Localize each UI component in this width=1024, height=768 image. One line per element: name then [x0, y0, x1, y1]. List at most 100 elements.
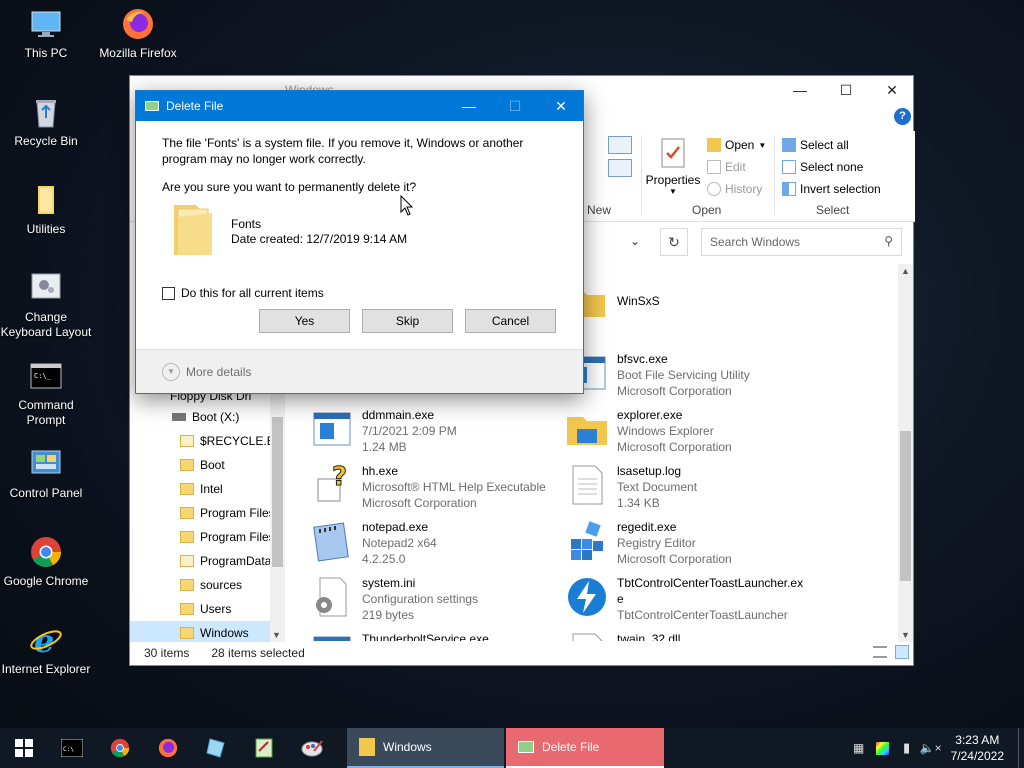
file-item-ddmmain[interactable]: ddmmain.exe 7/1/2021 2:09 PM 1.24 MB	[310, 407, 560, 459]
history-button[interactable]: History	[707, 182, 762, 196]
taskbar: C:\ Windows Delete File ▦ ▮ 🔈× 3:23 AM 7…	[0, 728, 1024, 768]
desktop-icon-label: Recycle Bin	[14, 134, 78, 148]
content-scrollbar[interactable]: ▲ ▼	[898, 264, 913, 642]
file-name: hh.exe	[362, 464, 399, 478]
desktop-icon-change-keyboard-layout[interactable]: Change Keyboard Layout	[0, 270, 92, 340]
file-name: bfsvc.exe	[617, 352, 668, 366]
desktop-icon-control-panel[interactable]: Control Panel	[0, 446, 92, 501]
minimize-button[interactable]: —	[777, 76, 823, 104]
item-date-created: Date created: 12/7/2019 9:14 AM	[231, 232, 408, 246]
file-item-explorer[interactable]: explorer.exe Windows Explorer Microsoft …	[565, 407, 815, 459]
scroll-up-icon[interactable]: ▲	[901, 266, 910, 276]
file-item-thunderboltservice[interactable]: ThunderboltService.exe	[310, 631, 560, 641]
file-type: Configuration settings	[362, 592, 479, 606]
dialog-titlebar[interactable]: Delete File — ☐ ✕	[136, 91, 583, 121]
select-all-button[interactable]: Select all	[782, 138, 849, 152]
large-icons-view-icon[interactable]	[895, 645, 909, 659]
nav-scrollbar[interactable]: ▼	[270, 387, 285, 642]
nav-item-program-files[interactable]: Program Files	[130, 501, 285, 525]
file-item-bfsvc[interactable]: bfsvc.exe Boot File Servicing Utility Mi…	[565, 351, 815, 403]
desktop-icon-utilities[interactable]: Utilities	[0, 182, 92, 237]
clock[interactable]: 3:23 AM 7/24/2022	[943, 732, 1018, 764]
file-item-winsxs[interactable]: WinSxS	[565, 281, 815, 333]
content-scroll-thumb[interactable]	[900, 431, 911, 581]
apply-all-checkbox[interactable]: Do this for all current items	[162, 286, 324, 300]
file-item-system-ini[interactable]: system.ini Configuration settings 219 by…	[310, 575, 560, 627]
properties-button[interactable]: Properties ▼	[645, 135, 701, 203]
file-item-hh[interactable]: ? hh.exe Microsoft® HTML Help Executable…	[310, 463, 560, 515]
desktop-icon-command-prompt[interactable]: C:\_ Command Prompt	[0, 358, 92, 428]
address-dropdown-icon[interactable]: ⌄	[630, 234, 640, 248]
nav-item-programdata[interactable]: ProgramData	[130, 549, 285, 573]
file-item-regedit[interactable]: regedit.exe Registry Editor Microsoft Co…	[565, 519, 815, 571]
nav-item-program-files-x86[interactable]: Program Files	[130, 525, 285, 549]
close-button[interactable]: ✕	[869, 76, 915, 104]
folder-icon	[180, 531, 194, 543]
search-input[interactable]: Search Windows ⚲	[701, 228, 902, 256]
status-bar: 30 items 28 items selected	[130, 641, 915, 665]
svg-text:C:\: C:\	[63, 746, 74, 753]
desktop-icon-label: Change Keyboard Layout	[0, 310, 92, 339]
desktop-icon-this-pc[interactable]: This PC	[0, 6, 92, 61]
dialog-close-button[interactable]: ✕	[538, 91, 584, 121]
folder-icon	[180, 579, 194, 591]
desktop-icon-firefox[interactable]: Mozilla Firefox	[92, 6, 184, 61]
taskbar-firefox[interactable]	[144, 728, 192, 768]
network-icon[interactable]: ▦	[847, 741, 871, 755]
dialog-message: The file 'Fonts' is a system file. If yo…	[162, 136, 524, 166]
move-to-icon[interactable]	[608, 159, 632, 177]
more-details-toggle[interactable]: ▼ More details	[136, 349, 583, 393]
yes-button[interactable]: Yes	[259, 309, 350, 333]
taskbar-chrome[interactable]	[96, 728, 144, 768]
invert-selection-button[interactable]: Invert selection	[782, 182, 881, 196]
taskbar-app-paint[interactable]	[288, 728, 336, 768]
chevron-down-icon: ▼	[669, 187, 677, 196]
dialog-maximize-button[interactable]: ☐	[492, 91, 538, 121]
file-item-twain32[interactable]: twain_32.dll	[565, 631, 815, 641]
skip-button[interactable]: Skip	[362, 309, 453, 333]
scroll-down-icon[interactable]: ▼	[901, 630, 910, 640]
select-none-button[interactable]: Select none	[782, 160, 863, 174]
cancel-button[interactable]: Cancel	[465, 309, 556, 333]
checkbox-box[interactable]	[162, 286, 175, 300]
chrome-icon	[31, 537, 61, 567]
file-item-notepad[interactable]: notepad.exe Notepad2 x64 4.2.25.0	[310, 519, 560, 571]
desktop-icon-google-chrome[interactable]: Google Chrome	[0, 534, 92, 589]
nav-scroll-thumb[interactable]	[272, 417, 283, 567]
desktop-icon-recycle-bin[interactable]: Recycle Bin	[0, 94, 92, 149]
nav-item-boot[interactable]: Boot	[130, 453, 285, 477]
file-description: Microsoft® HTML Help Executable	[362, 480, 546, 494]
details-view-icon[interactable]	[873, 646, 887, 658]
nav-item-recycle[interactable]: $RECYCLE.BIN	[130, 429, 285, 453]
taskbar-command-prompt[interactable]: C:\	[48, 728, 96, 768]
edit-label: Edit	[725, 160, 746, 174]
show-desktop-button[interactable]	[1018, 728, 1024, 768]
file-item-lsasetup[interactable]: lsasetup.log Text Document 1.34 KB	[565, 463, 815, 515]
taskbar-task-windows[interactable]: Windows	[347, 728, 504, 768]
volume-muted-icon[interactable]: 🔈×	[919, 741, 943, 755]
open-button[interactable]: Open ▼	[707, 138, 766, 152]
usb-drive-icon[interactable]: ▮	[895, 740, 919, 756]
dialog-minimize-button[interactable]: —	[446, 91, 492, 121]
file-size: 1.24 MB	[362, 440, 407, 454]
desktop-icon-label: This PC	[24, 46, 68, 60]
scroll-down-icon[interactable]: ▼	[272, 630, 281, 640]
nav-item-users[interactable]: Users	[130, 597, 285, 621]
taskbar-app-notepad[interactable]	[240, 728, 288, 768]
file-item-tbtcontrolcenter[interactable]: TbtControlCenterToastLauncher.exe TbtCon…	[565, 575, 810, 627]
nav-item-boot-drive[interactable]: Boot (X:)	[130, 405, 285, 429]
start-button[interactable]	[0, 728, 48, 768]
color-picker-icon[interactable]	[871, 741, 895, 755]
maximize-button[interactable]: ☐	[823, 76, 869, 104]
taskbar-app-crystal[interactable]	[192, 728, 240, 768]
task-label: Windows	[383, 740, 432, 754]
taskbar-task-delete-file[interactable]: Delete File	[506, 728, 664, 768]
copy-to-icon[interactable]	[608, 136, 632, 154]
nav-item-sources[interactable]: sources	[130, 573, 285, 597]
nav-item-windows[interactable]: Windows	[130, 621, 285, 642]
refresh-button[interactable]: ↻	[660, 228, 688, 256]
edit-button[interactable]: Edit	[707, 160, 746, 174]
help-icon[interactable]: ?	[894, 108, 911, 125]
desktop-icon-internet-explorer[interactable]: e Internet Explorer	[0, 622, 92, 677]
nav-item-intel[interactable]: Intel	[130, 477, 285, 501]
